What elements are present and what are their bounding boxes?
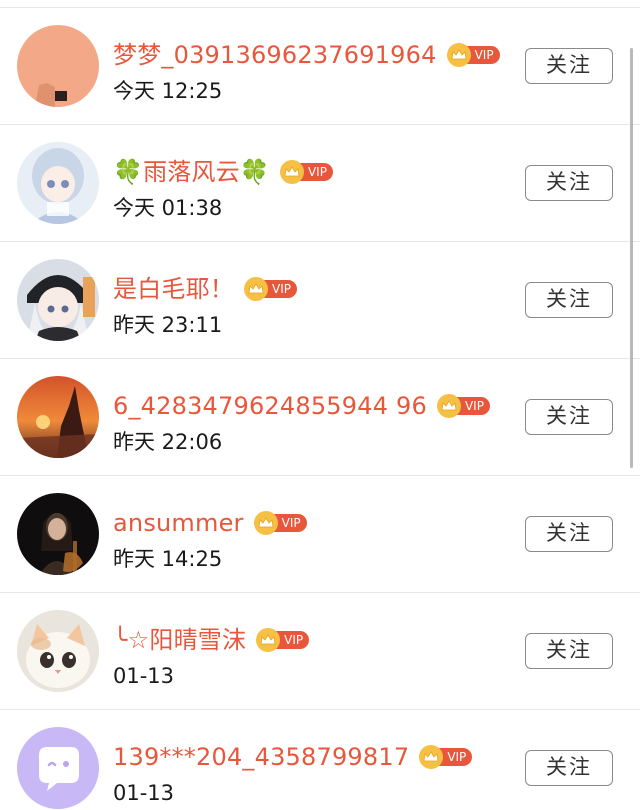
vip-badge: VIP bbox=[446, 43, 500, 67]
username[interactable]: 梦梦_03913696237691964 bbox=[113, 35, 437, 75]
follow-button[interactable]: 关注 bbox=[525, 633, 613, 669]
username[interactable]: 🍀雨落风云🍀 bbox=[113, 152, 270, 192]
avatar[interactable] bbox=[17, 727, 99, 809]
follow-button[interactable]: 关注 bbox=[525, 282, 613, 318]
timestamp: 今天 01:38 bbox=[113, 196, 223, 220]
follow-button[interactable]: 关注 bbox=[525, 516, 613, 552]
vip-badge: VIP bbox=[256, 628, 310, 652]
list-item[interactable]: 🍀雨落风云🍀 VIP 今天 01:38 关注 bbox=[0, 125, 640, 242]
username[interactable]: 是白毛耶！ bbox=[113, 269, 234, 309]
timestamp: 昨天 22:06 bbox=[113, 430, 223, 454]
follower-list: 梦梦_03913696237691964 VIP 今天 12:25 关注 🍀雨落… bbox=[0, 0, 640, 810]
list-item[interactable]: ╰☆阳晴雪沫 VIP 01-13 关注 bbox=[0, 593, 640, 710]
vip-badge: VIP bbox=[244, 277, 297, 301]
list-item[interactable]: 梦梦_03913696237691964 VIP 今天 12:25 关注 bbox=[0, 8, 640, 125]
username[interactable]: ansummer bbox=[113, 503, 244, 543]
timestamp: 01-13 bbox=[113, 781, 175, 805]
follow-button[interactable]: 关注 bbox=[525, 165, 613, 201]
avatar[interactable] bbox=[17, 142, 99, 224]
avatar[interactable] bbox=[17, 259, 99, 341]
follow-button[interactable]: 关注 bbox=[525, 48, 613, 84]
scrollbar[interactable] bbox=[630, 48, 633, 468]
vip-badge: VIP bbox=[419, 745, 473, 769]
avatar[interactable] bbox=[17, 25, 99, 107]
username[interactable]: 139***204_4358799817 bbox=[113, 737, 409, 777]
crown-icon bbox=[279, 160, 304, 184]
follow-button[interactable]: 关注 bbox=[525, 399, 613, 435]
follow-button[interactable]: 关注 bbox=[525, 750, 613, 786]
list-item[interactable]: 6_4283479624855944 96 VIP 昨天 22:06 关注 bbox=[0, 359, 640, 476]
crown-icon bbox=[436, 394, 461, 418]
list-item[interactable]: 139***204_4358799817 VIP 01-13 关注 bbox=[0, 710, 640, 810]
avatar[interactable] bbox=[17, 376, 99, 458]
list-item[interactable]: 是白毛耶！ VIP 昨天 23:11 关注 bbox=[0, 242, 640, 359]
timestamp: 昨天 23:11 bbox=[113, 313, 223, 337]
username[interactable]: 6_4283479624855944 96 bbox=[113, 386, 427, 426]
crown-icon bbox=[253, 511, 278, 535]
timestamp: 今天 12:25 bbox=[113, 79, 223, 103]
vip-badge: VIP bbox=[436, 394, 490, 418]
timestamp: 01-13 bbox=[113, 664, 175, 688]
vip-badge: VIP bbox=[279, 160, 333, 184]
crown-icon bbox=[446, 43, 471, 67]
list-item[interactable]: ansummer VIP 昨天 14:25 关注 bbox=[0, 476, 640, 593]
crown-icon bbox=[256, 628, 281, 652]
timestamp: 昨天 14:25 bbox=[113, 547, 223, 571]
avatar[interactable] bbox=[17, 610, 99, 692]
avatar[interactable] bbox=[17, 493, 99, 575]
vip-badge: VIP bbox=[253, 511, 307, 535]
crown-icon bbox=[244, 277, 268, 301]
username[interactable]: ╰☆阳晴雪沫 bbox=[113, 620, 246, 660]
